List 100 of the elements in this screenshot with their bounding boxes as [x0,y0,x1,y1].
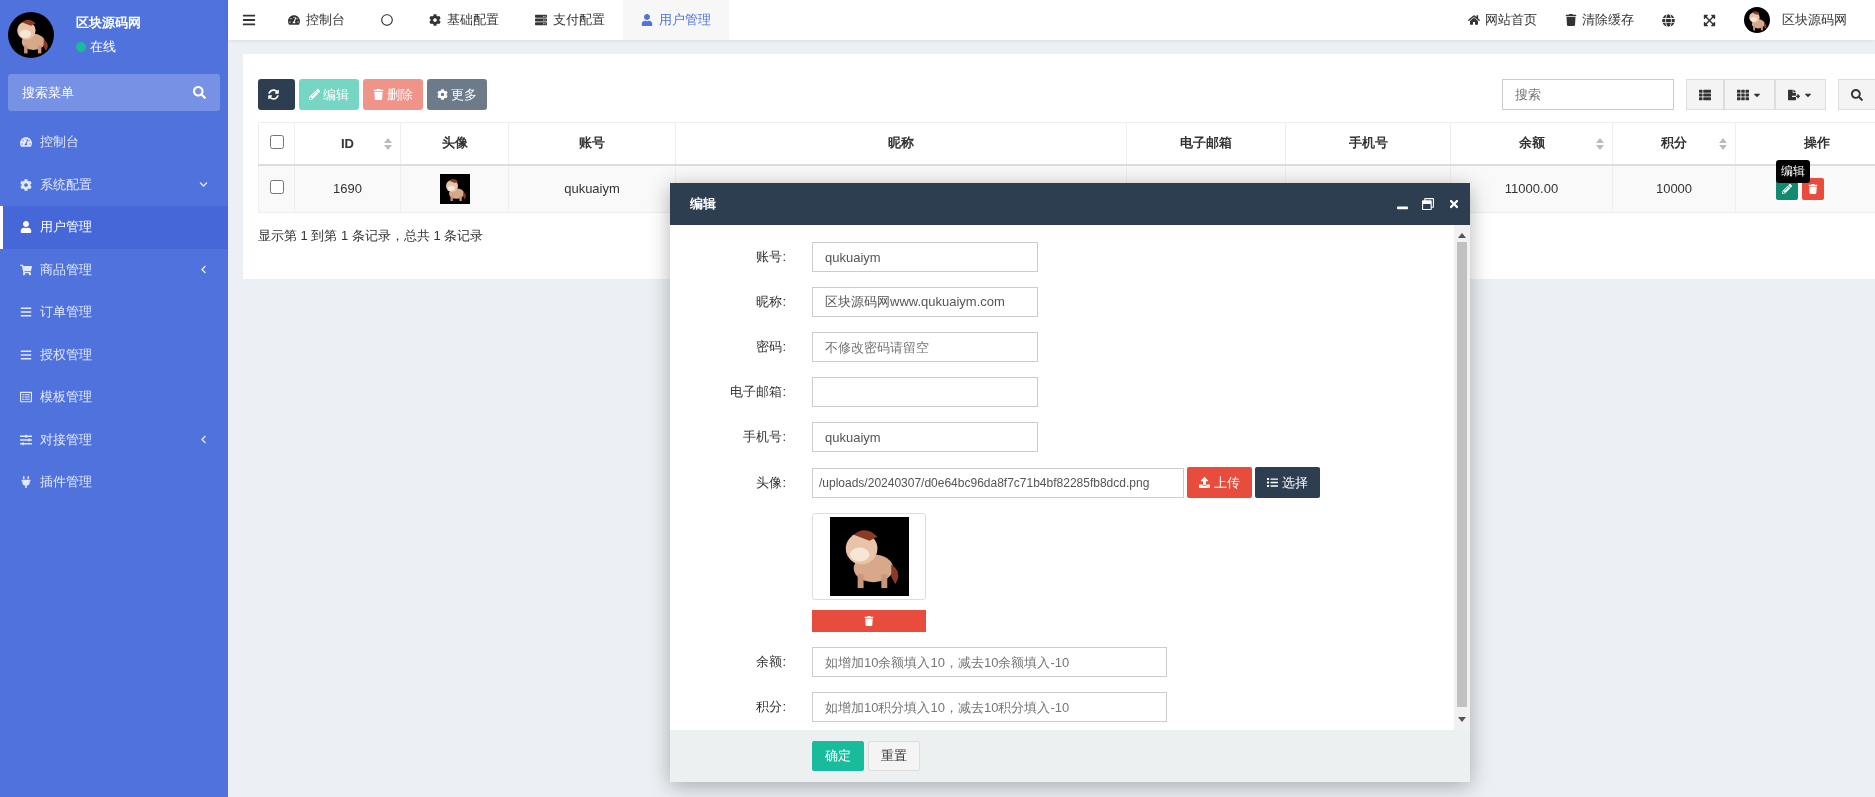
scroll-up-icon[interactable] [1458,233,1466,238]
expand-icon [1703,13,1716,27]
list-icon [20,348,32,361]
column-header: 积分 [1661,135,1687,151]
field-label: 电子邮箱: [729,383,787,401]
pagination-info: 显示第 1 到第 1 条记录，总共 1 条记录 [258,228,484,243]
column-header: 昵称 [888,135,914,151]
delete-image-button[interactable] [812,610,926,632]
server-icon [535,14,547,26]
field-label: 密码: [755,338,787,356]
checkbox[interactable] [269,134,284,149]
table-view-button[interactable] [1686,79,1724,110]
sidebar-item[interactable]: 授权管理 [0,333,228,376]
trash-icon [864,616,874,626]
column-header: 电子邮箱 [1180,135,1232,151]
sidebar-item[interactable]: 对接管理 [0,418,228,461]
home-icon [1468,14,1480,26]
delete-button[interactable] [1802,177,1824,200]
field-label: 手机号: [742,428,787,446]
column-header: ID [341,135,354,151]
checkbox[interactable] [269,180,284,195]
plug-icon [20,476,32,489]
export-button[interactable] [1775,79,1826,110]
menu-icon [242,13,256,27]
field-label: 余额: [755,653,787,671]
input-field[interactable]: 如增加10余额填入10，减去10余额填入-10 [812,647,1167,677]
sidebar-item[interactable]: 模板管理 [0,376,228,419]
search-icon [1851,88,1863,101]
nav-tab[interactable]: 支付配置 [517,0,623,40]
sliders-icon [20,433,32,446]
nav-tab[interactable]: 用户管理 [623,0,729,40]
search-icon [193,86,206,99]
column-header: 手机号 [1348,135,1388,151]
tooltip: 编辑 [1776,159,1810,183]
sidebar-item[interactable]: 插件管理 [0,461,228,504]
pencil-icon [309,89,320,100]
sidebar-item[interactable]: 用户管理 [0,206,228,249]
confirm-button[interactable]: 确定 [812,741,864,771]
close-icon[interactable] [1448,198,1460,210]
scrollbar[interactable] [1454,225,1470,730]
list-icon [1267,477,1278,488]
choose-button[interactable]: 选择 [1255,467,1320,498]
status-dot [76,42,86,52]
nav-link[interactable]: 清除缓存 [1551,0,1648,40]
more-button[interactable]: 更多 [427,79,487,110]
nav-tab[interactable]: 基础配置 [411,0,517,40]
input-field[interactable]: qukuaiym [812,422,1038,452]
search-field[interactable]: 搜索 [1502,79,1674,110]
sidebar-item[interactable]: 系统配置 [0,163,228,206]
table-cell: 11000.00 [1504,181,1559,197]
sidebar-item[interactable]: 控制台 [0,121,228,164]
card-icon [20,391,32,404]
user-name[interactable]: 区块源码网 [1782,11,1847,29]
input-field[interactable]: 区块源码网www.qukuaiym.com [812,287,1038,317]
reset-button[interactable]: 重置 [868,741,920,771]
field-label: 头像: [755,473,787,492]
globe-icon [1662,13,1675,27]
grid-icon [1737,88,1749,101]
input-field[interactable]: 如增加10积分填入10，减去10积分填入-10 [812,692,1167,722]
gauge-icon [20,136,32,149]
trash-icon [1565,14,1577,26]
restore-icon[interactable] [1422,198,1434,210]
input-field[interactable]: /uploads/20240307/d0e64bc96da8f7c71b4bf82285fb8dcd.png [812,467,1184,498]
refresh-button[interactable] [258,79,295,110]
list-icon [20,306,32,319]
gear-icon [429,14,441,26]
list-icon [1699,88,1711,101]
cart-icon [20,263,32,276]
table-cell: 10000 [1655,181,1693,197]
export-icon [1788,88,1800,101]
refresh-icon [268,89,279,100]
input-field[interactable]: 不修改密码请留空 [812,332,1038,362]
search-button[interactable] [1838,79,1875,110]
sidebar-item[interactable]: 订单管理 [0,291,228,334]
table-cell: qukuaiym [564,181,620,197]
menu-search-field[interactable]: 搜索菜单 [8,74,220,111]
input-field[interactable] [812,377,1038,407]
column-header: 余额 [1518,135,1545,151]
status-text: 在线 [90,38,116,56]
trash-icon [1808,183,1818,194]
nav-link[interactable]: 网站首页 [1454,0,1551,40]
sidebar-item[interactable]: 商品管理 [0,248,228,291]
upload-icon [1199,477,1210,488]
field-label: 账号: [755,248,787,266]
column-header: 操作 [1804,135,1830,151]
upload-button[interactable]: 上传 [1187,467,1252,498]
nav-tab[interactable]: 控制台 [270,0,363,40]
scroll-down-icon[interactable] [1458,717,1466,722]
gauge-icon [288,14,300,26]
trash-icon [373,89,384,100]
brand-name: 区块源码网 [76,14,141,32]
column-header: 账号 [579,135,605,151]
gear-icon [437,89,448,100]
field-label: 积分: [755,698,787,716]
dialog-title: 编辑 [690,195,716,213]
input-field[interactable]: qukuaiym [812,242,1038,272]
gear-icon [20,178,32,191]
column-header: 头像 [441,135,468,151]
pencil-icon [1782,183,1792,194]
columns-button[interactable] [1724,79,1775,110]
